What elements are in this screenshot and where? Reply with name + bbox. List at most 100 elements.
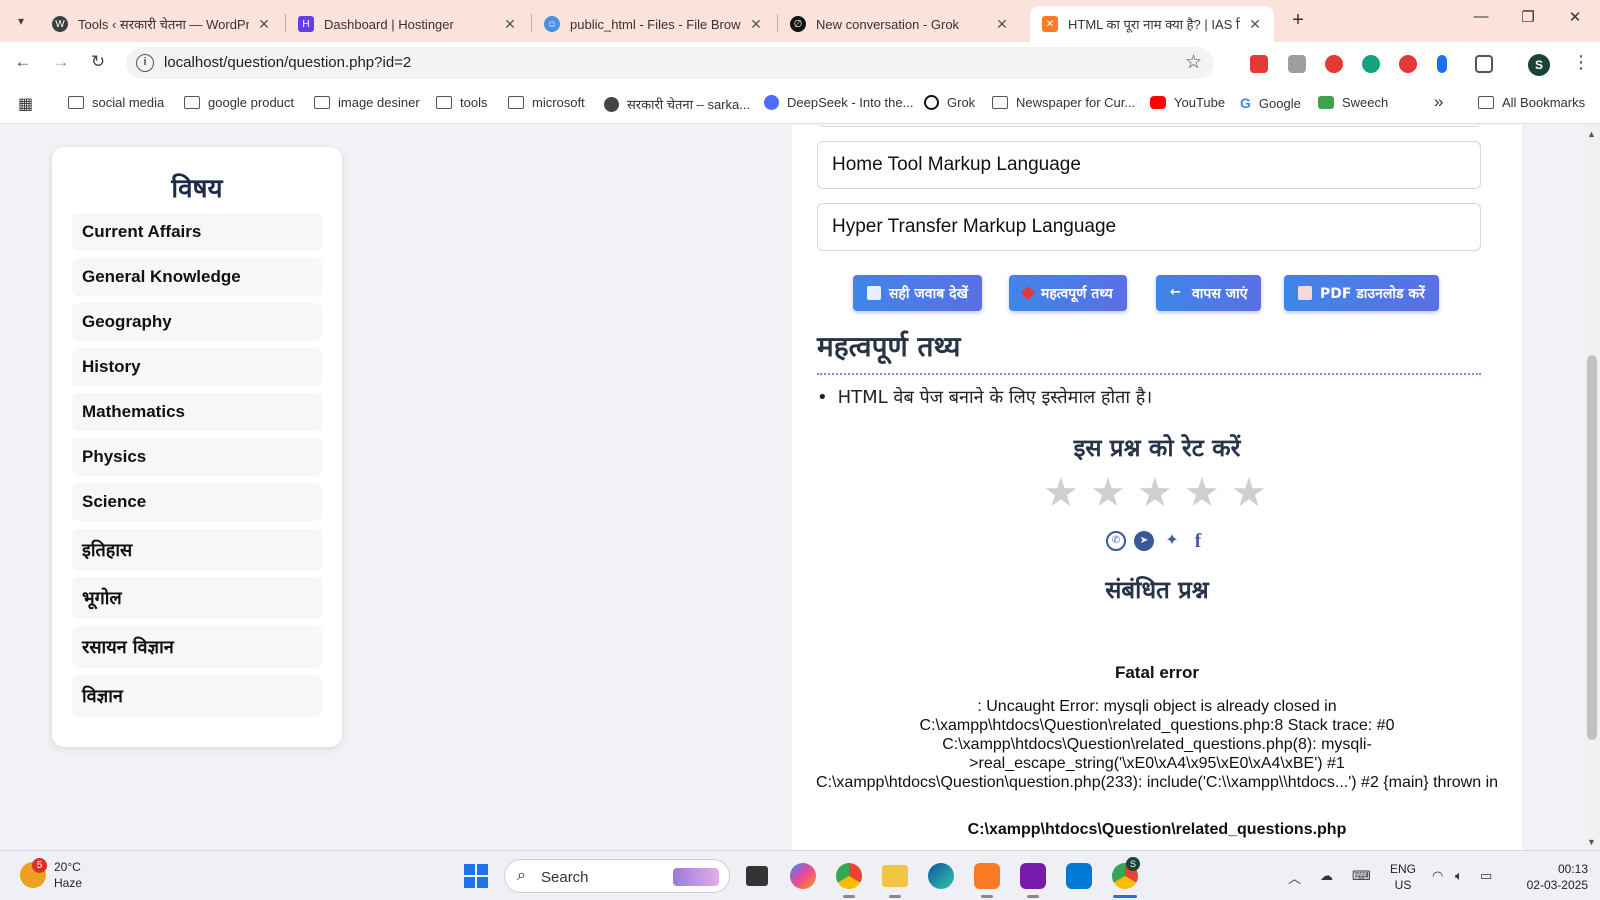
vscode-icon[interactable] <box>1066 863 1092 889</box>
site-info-icon[interactable]: i <box>136 54 154 72</box>
onenote-icon[interactable] <box>1020 863 1046 889</box>
copilot-icon[interactable] <box>790 863 816 889</box>
rating-star-2-icon[interactable]: ★ <box>1090 473 1126 513</box>
language-indicator[interactable]: ENG US <box>1390 861 1416 893</box>
extension-shield-icon[interactable] <box>1250 55 1268 73</box>
whatsapp-icon[interactable]: ✆ <box>1106 531 1126 551</box>
close-window-icon[interactable]: ✕ <box>1565 8 1585 26</box>
battery-icon[interactable]: ▭ <box>1480 868 1492 884</box>
back-icon[interactable]: ← <box>12 52 34 74</box>
scroll-up-icon[interactable]: ▲ <box>1587 129 1596 139</box>
xampp-taskbar-icon[interactable] <box>974 863 1000 889</box>
reload-icon[interactable]: ↻ <box>87 52 109 74</box>
bookmark-item[interactable]: DeepSeek - Into the... <box>764 95 913 110</box>
show-answer-button[interactable]: सही जवाब देखें <box>853 275 982 311</box>
subject-item-mathematics[interactable]: Mathematics <box>72 393 322 431</box>
subject-item-bhugol[interactable]: भूगोल <box>72 577 322 619</box>
bookmark-item[interactable]: google product <box>184 95 294 110</box>
tab-search-chevron-icon[interactable]: ▾ <box>8 8 34 34</box>
close-tab-icon[interactable]: ✕ <box>1248 16 1262 33</box>
rating-star-3-icon[interactable]: ★ <box>1137 473 1173 513</box>
extension-mic-icon[interactable] <box>1437 55 1447 73</box>
close-tab-icon[interactable]: ✕ <box>749 16 763 33</box>
bookmark-item[interactable]: Grok <box>924 95 975 110</box>
bookmark-item[interactable]: microsoft <box>508 95 585 110</box>
browser-tab-2[interactable]: H Dashboard | Hostinger ✕ <box>286 6 529 42</box>
answer-option-4[interactable]: Hyper Transfer Markup Language <box>817 203 1481 251</box>
minimize-icon[interactable]: — <box>1471 8 1491 25</box>
subject-item-science[interactable]: Science <box>72 483 322 521</box>
restore-icon[interactable]: ❐ <box>1518 8 1538 26</box>
subject-item-physics[interactable]: Physics <box>72 438 322 476</box>
tray-overflow-icon[interactable]: ︿ <box>1288 868 1301 887</box>
telegram-icon[interactable]: ➤ <box>1134 531 1154 551</box>
rating-star-1-icon[interactable]: ★ <box>1043 473 1079 513</box>
more-bookmarks-chevron-icon[interactable]: » <box>1434 92 1443 112</box>
hostinger-icon: H <box>298 16 314 32</box>
address-url[interactable]: localhost/question/question.php?id=2 <box>164 54 411 71</box>
all-bookmarks[interactable]: All Bookmarks <box>1478 95 1585 110</box>
page-scrollbar[interactable]: ▲ ▼ <box>1584 125 1600 850</box>
extension-pokeball-icon[interactable] <box>1399 55 1417 73</box>
browser-tab-4[interactable]: ∅ New conversation - Grok ✕ <box>778 6 1021 42</box>
extension-grammarly-icon[interactable] <box>1362 55 1380 73</box>
taskbar-search[interactable]: ⌕ Search <box>504 859 730 893</box>
bookmark-item[interactable]: YouTube <box>1150 95 1225 110</box>
extensions-puzzle-icon[interactable] <box>1475 55 1493 73</box>
subject-item-general-knowledge[interactable]: General Knowledge <box>72 258 322 296</box>
rating-star-4-icon[interactable]: ★ <box>1184 473 1220 513</box>
important-facts-button[interactable]: महत्वपूर्ण तथ्य <box>1009 275 1127 311</box>
subject-item-history[interactable]: History <box>72 348 322 386</box>
browser-tab-1[interactable]: W Tools ‹ सरकारी चेतना — WordPress ✕ <box>40 6 283 42</box>
close-tab-icon[interactable]: ✕ <box>503 16 517 33</box>
browser-tab-active[interactable]: ✕ HTML का पूरा नाम क्या है? | IAS हिंदी … <box>1030 6 1274 42</box>
bookmark-item[interactable]: Sweech <box>1318 95 1388 110</box>
answer-option-3[interactable]: Home Tool Markup Language <box>817 141 1481 189</box>
wifi-icon[interactable]: ◠ <box>1432 868 1443 884</box>
close-tab-icon[interactable]: ✕ <box>995 16 1009 33</box>
subject-item-vigyan[interactable]: विज्ञान <box>72 675 322 717</box>
go-back-button[interactable]: ← वापस जाएं <box>1156 275 1262 311</box>
scroll-down-icon[interactable]: ▼ <box>1587 837 1596 847</box>
bookmark-item[interactable]: सरकारी चेतना – sarka... <box>604 95 750 113</box>
profile-avatar[interactable]: S <box>1528 54 1550 76</box>
extension-opera-icon[interactable] <box>1325 55 1343 73</box>
volume-icon[interactable]: 🔈︎ <box>1455 868 1463 884</box>
rating-star-5-icon[interactable]: ★ <box>1231 473 1267 513</box>
answer-option-partial[interactable] <box>817 125 1481 127</box>
apps-grid-icon[interactable]: ▦ <box>18 94 33 114</box>
subject-item-itihas[interactable]: इतिहास <box>72 529 322 571</box>
bookmark-item[interactable]: social media <box>68 95 164 110</box>
browser-tab-3[interactable]: ☺ public_html - Files - File Browser ✕ <box>532 6 775 42</box>
chrome-icon[interactable] <box>836 863 862 889</box>
subject-item-rasayan-vigyan[interactable]: रसायन विज्ञान <box>72 626 322 668</box>
twitter-icon[interactable]: ✦ <box>1162 531 1182 551</box>
scrollbar-thumb[interactable] <box>1587 355 1597 740</box>
bookmark-star-icon[interactable]: ☆ <box>1185 51 1202 74</box>
subject-item-geography[interactable]: Geography <box>72 303 322 341</box>
windows-start-icon[interactable] <box>464 864 488 888</box>
question-content: Home Tool Markup Language Hyper Transfer… <box>792 125 1522 850</box>
system-clock[interactable]: 00:13 02-03-2025 <box>1514 861 1588 893</box>
chrome-profile-badge: S <box>1126 857 1140 871</box>
subject-item-current-affairs[interactable]: Current Affairs <box>72 213 322 251</box>
close-tab-icon[interactable]: ✕ <box>257 16 271 33</box>
onedrive-icon[interactable]: ☁ <box>1320 868 1333 884</box>
file-explorer-icon[interactable] <box>882 865 908 887</box>
extension-cast-icon[interactable] <box>1288 55 1306 73</box>
browser-menu-icon[interactable]: ⋮ <box>1572 52 1590 73</box>
facebook-icon[interactable]: f <box>1188 531 1208 551</box>
bookmark-item[interactable]: Newspaper for Cur... <box>992 95 1135 110</box>
new-tab-icon[interactable]: + <box>1286 9 1310 33</box>
keyboard-icon[interactable]: ⌨ <box>1352 868 1371 884</box>
forward-icon[interactable]: → <box>50 52 72 74</box>
edge-icon[interactable] <box>928 863 954 889</box>
weather-widget[interactable]: 5 20°C Haze <box>20 858 82 891</box>
bookmark-item[interactable]: G Google <box>1240 95 1301 111</box>
bookmark-item[interactable]: tools <box>436 95 487 110</box>
task-view-icon[interactable] <box>746 866 768 886</box>
address-bar[interactable]: i localhost/question/question.php?id=2 ☆ <box>126 47 1214 79</box>
pdf-download-button[interactable]: PDF डाउनलोड करें <box>1284 275 1439 311</box>
bookmark-item[interactable]: image desiner <box>314 95 420 110</box>
app-running-indicator <box>889 895 901 898</box>
